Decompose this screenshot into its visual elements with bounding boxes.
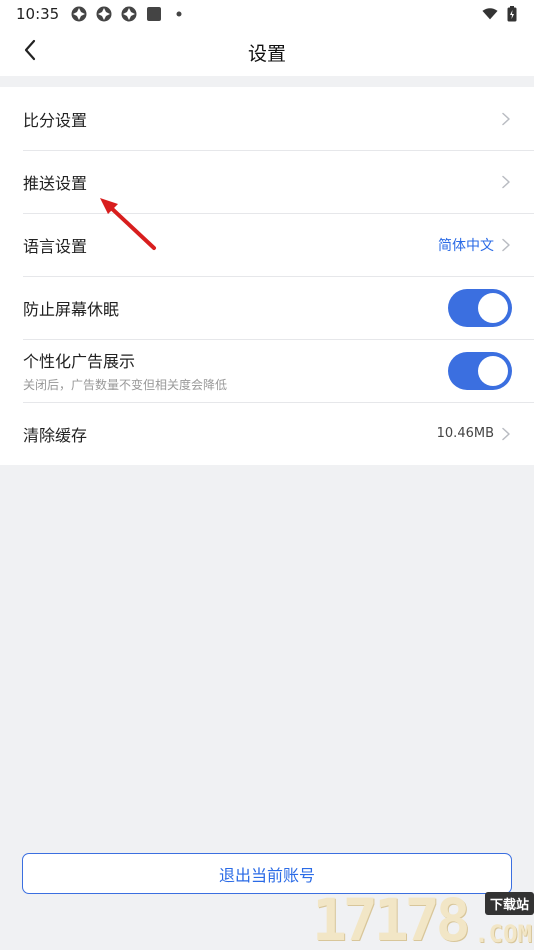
battery-icon <box>504 6 520 22</box>
chevron-right-icon <box>500 427 512 441</box>
personalized-ads-row: 个性化广告展示 关闭后，广告数量不变但相关度会降低 <box>0 339 534 402</box>
clear-cache-row[interactable]: 清除缓存 10.46MB <box>0 402 534 465</box>
wifi-icon <box>482 6 498 22</box>
language-settings-row[interactable]: 语言设置 简体中文 <box>0 213 534 276</box>
prevent-sleep-label: 防止屏幕休眠 <box>23 299 120 319</box>
app-notification-icon <box>121 6 137 22</box>
clear-cache-label: 清除缓存 <box>23 425 88 445</box>
push-settings-label: 推送设置 <box>23 173 88 193</box>
toggle-knob <box>478 292 508 323</box>
status-right-icons <box>482 6 520 22</box>
personalized-ads-description: 关闭后，广告数量不变但相关度会降低 <box>23 378 228 392</box>
push-settings-row[interactable]: 推送设置 <box>0 150 534 213</box>
prevent-sleep-row: 防止屏幕休眠 <box>0 276 534 339</box>
watermark-logo: 17178 下载站 .COM <box>312 890 534 950</box>
score-settings-row[interactable]: 比分设置 <box>0 87 534 150</box>
dot-icon <box>171 6 187 22</box>
app-notification-icon <box>96 6 112 22</box>
page-title: 设置 <box>247 42 286 65</box>
language-value: 简体中文 <box>438 237 494 254</box>
chevron-left-icon <box>23 39 37 65</box>
personalized-ads-toggle[interactable] <box>448 351 512 390</box>
personalized-ads-label: 个性化广告展示 <box>23 352 136 371</box>
square-app-icon <box>146 6 162 22</box>
settings-list: 比分设置 推送设置 语言设置 简体中文 防止屏幕休眠 个性化广告展示 关闭后，广… <box>0 87 534 465</box>
back-button[interactable] <box>14 36 46 68</box>
status-time: 10:35 <box>16 5 60 23</box>
app-notification-icon <box>71 6 87 22</box>
chevron-right-icon <box>500 238 512 252</box>
watermark-tag: 下载站 <box>484 892 534 915</box>
language-settings-label: 语言设置 <box>23 236 88 256</box>
prevent-sleep-toggle[interactable] <box>448 288 512 327</box>
toggle-knob <box>478 355 508 386</box>
logout-label: 退出当前账号 <box>218 865 315 885</box>
chevron-right-icon <box>500 112 512 126</box>
status-bar: 10:35 <box>0 0 534 28</box>
top-navigation-bar: 设置 <box>0 28 534 76</box>
score-settings-label: 比分设置 <box>23 110 88 130</box>
status-left-icons <box>71 6 187 22</box>
watermark-domain: .COM <box>474 920 532 948</box>
chevron-right-icon <box>500 175 512 189</box>
cache-size-value: 10.46MB <box>436 426 494 441</box>
watermark-number: 17178 <box>312 886 471 950</box>
